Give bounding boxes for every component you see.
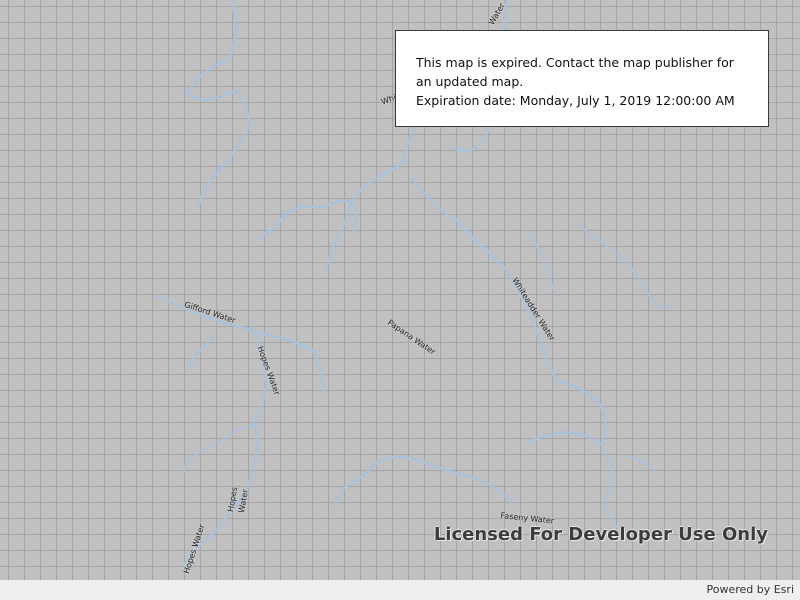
river-east-tributary-2 — [529, 231, 555, 293]
attribution-bar: Powered by Esri — [0, 580, 800, 600]
powered-by-esri[interactable]: Powered by Esri — [706, 583, 794, 596]
river-east-tributary — [575, 221, 673, 309]
map-expired-dialog: This map is expired. Contact the map pub… — [395, 30, 769, 127]
river-top-left — [184, 0, 238, 102]
river-gifford-north — [184, 336, 214, 372]
river-whi-branch — [196, 88, 252, 208]
map-view[interactable]: Water Whi Gifford Water Hopes Water Papa… — [0, 0, 800, 580]
river-fasney — [332, 454, 514, 508]
river-east-ripple — [627, 455, 655, 471]
river-gifford — [154, 294, 326, 394]
river-whiteadder-main — [410, 176, 608, 446]
license-watermark: Licensed For Developer Use Only — [433, 524, 768, 545]
expired-message: This map is expired. Contact the map pub… — [416, 55, 734, 89]
expiration-date: Expiration date: Monday, July 1, 2019 12… — [416, 93, 735, 108]
river-hopes-west — [183, 423, 257, 473]
river-west-tributary — [256, 198, 358, 240]
